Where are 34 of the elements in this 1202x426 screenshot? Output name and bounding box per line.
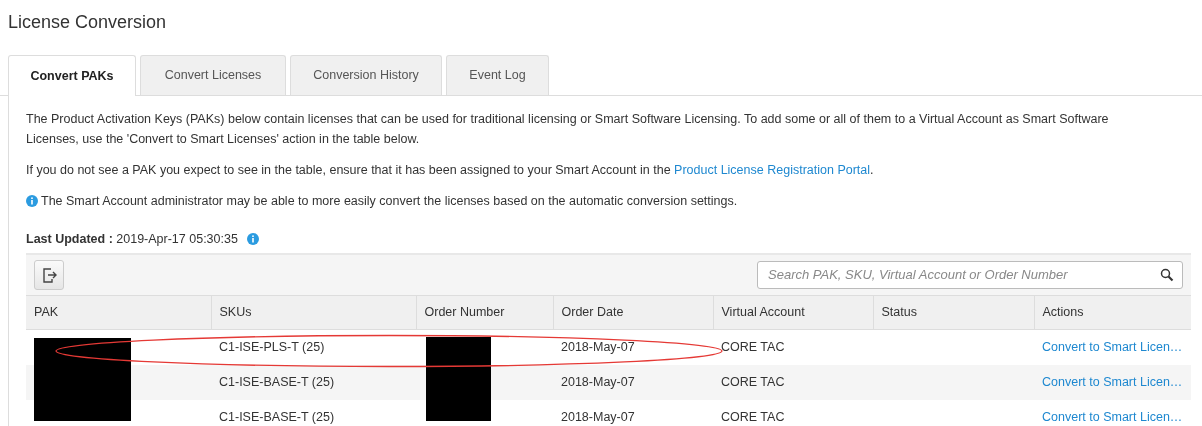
sku-cell: C1-ISE-BASE-T (25) [211, 399, 416, 426]
column-header: Order Date [553, 295, 713, 330]
column-header: SKUs [211, 295, 416, 330]
intro-paragraph: The Product Activation Keys (PAKs) below contain licenses that can be used for traditional licensing or Smart Software Licensing. To add some or all of them to a Virtual Account as Smart Software Licenses, use the 'Convert to Smart Licenses' action in the table below. [26, 111, 1110, 148]
info-icon [26, 195, 38, 207]
last-updated: Last Updated : 2019-Apr-17 05:30:35 [26, 232, 238, 246]
column-header: PAK [26, 295, 211, 330]
column-header: Virtual Account [713, 295, 873, 330]
assign-note: If you do not see a PAK you expect to see in the table, ensure that it has been assigned to your Smart Account in the Product License Registration Portal. [26, 162, 875, 179]
account-cell: CORE TAC [713, 364, 873, 400]
date-cell: 2018-May-07 [553, 364, 713, 400]
export-button[interactable] [34, 260, 64, 290]
column-header: Order Number [416, 295, 553, 330]
convert-link[interactable]: Convert to Smart Licen… [1042, 409, 1183, 424]
search-icon [1160, 268, 1174, 282]
tab[interactable]: Event Log [446, 55, 549, 95]
page-title: License Conversion [7, 11, 168, 34]
tab[interactable]: Conversion History [290, 55, 442, 95]
column-header: Actions [1034, 295, 1191, 330]
export-icon [40, 266, 58, 284]
account-cell: CORE TAC [713, 329, 873, 365]
convert-link[interactable]: Convert to Smart Licen… [1042, 339, 1183, 354]
search-field[interactable]: Search PAK, SKU, Virtual Account or Order Number [757, 261, 1183, 289]
sku-cell: C1-ISE-PLS-T (25) [211, 329, 416, 365]
account-cell: CORE TAC [713, 399, 873, 426]
date-cell: 2018-May-07 [553, 329, 713, 365]
date-cell: 2018-May-07 [553, 399, 713, 426]
info-note: The Smart Account administrator may be able to more easily convert the licenses based on the automatic conversion settings. [41, 194, 738, 208]
sku-cell: C1-ISE-BASE-T (25) [211, 364, 416, 400]
tab[interactable]: Convert PAKs [8, 55, 136, 96]
tab[interactable]: Convert Licenses [140, 55, 286, 95]
column-header: Status [873, 295, 1034, 330]
search-field[interactable]: Search PAK, SKU, Virtual Account or Order Number [766, 264, 1160, 286]
info-icon [247, 233, 260, 245]
